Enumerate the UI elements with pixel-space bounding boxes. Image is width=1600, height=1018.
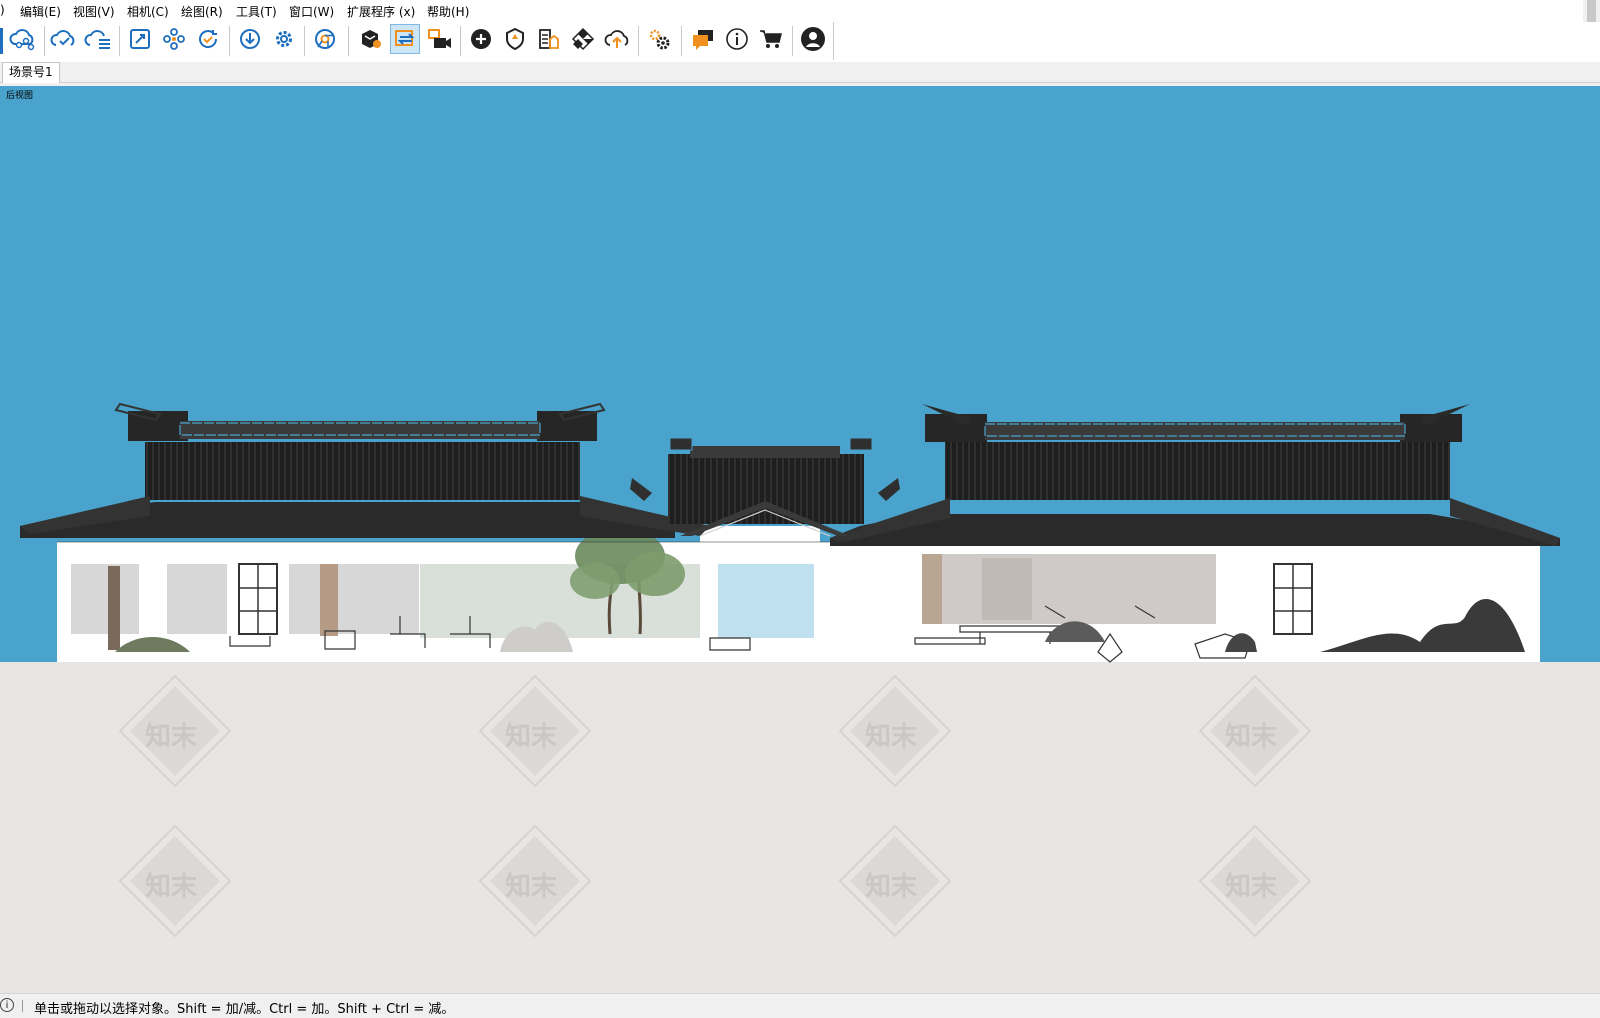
- info-icon[interactable]: i: [0, 998, 14, 1012]
- watermark-text: 知末: [145, 722, 198, 752]
- tab-scene-1[interactable]: 场景号1: [2, 62, 60, 83]
- document-chart-button[interactable]: [534, 24, 564, 54]
- menu-item-draw[interactable]: 绘图(R): [181, 3, 223, 20]
- chrome-button[interactable]: [310, 24, 340, 54]
- camera-export-icon: [428, 29, 451, 48]
- building-elevation: [20, 402, 1560, 938]
- watermark-text: 知末: [865, 722, 918, 752]
- toolbar-separator: [792, 26, 793, 56]
- menu-item-edit[interactable]: 编辑(E): [20, 3, 61, 20]
- toolbar-end-divider: [833, 22, 834, 60]
- center-roof: [630, 437, 900, 537]
- menu-item-file-partial[interactable]: ): [0, 3, 5, 17]
- status-message: 单击或拖动以选择对象。Shift = 加/减。Ctrl = 加。Shift + …: [34, 1002, 455, 1017]
- settings-gears-button[interactable]: [645, 24, 675, 54]
- swap-button[interactable]: [390, 24, 420, 54]
- cloud-upload-button[interactable]: [602, 24, 632, 54]
- toolbar-separator: [348, 26, 349, 56]
- settings-gears-icon: [649, 29, 670, 50]
- menu-item-camera[interactable]: 相机(C): [127, 3, 169, 20]
- toolbar: [0, 22, 1600, 62]
- cloud-sync-button[interactable]: [49, 24, 79, 54]
- toolbar-separator: [44, 26, 45, 56]
- model-viewport[interactable]: 知末 知末 知末 知末 知末 知末 知末 知末 后视图: [0, 86, 1600, 993]
- cloud-upload-icon: [604, 30, 629, 48]
- cart-icon: [760, 30, 782, 48]
- status-bar: i 单击或拖动以选择对象。Shift = 加/减。Ctrl = 加。Shift …: [0, 993, 1600, 1018]
- checker-button[interactable]: [568, 24, 598, 54]
- right-opening-panel: [922, 554, 942, 624]
- watermark-text: 知末: [1225, 722, 1278, 752]
- menu-item-tools[interactable]: 工具(T): [236, 3, 277, 20]
- scene-tab-bar: 场景号1: [0, 62, 1600, 83]
- menu-bar: ) 编辑(E) 视图(V) 相机(C) 绘图(R) 工具(T) 窗口(W) 扩展…: [0, 0, 1600, 22]
- left-column: [108, 566, 120, 650]
- left-panel: [320, 564, 338, 636]
- refresh-check-button[interactable]: [193, 24, 223, 54]
- add-circle-icon: [471, 29, 491, 49]
- molecule-icon: [163, 28, 185, 50]
- molecule-button[interactable]: [159, 24, 189, 54]
- chat-icon: [693, 30, 713, 50]
- menu-item-help[interactable]: 帮助(H): [427, 3, 469, 20]
- right-opening-door: [982, 558, 1032, 620]
- right-roof: [830, 404, 1560, 546]
- info-icon: [726, 28, 748, 50]
- add-button[interactable]: [466, 24, 496, 54]
- cloud-list-icon: [84, 30, 110, 49]
- info-button[interactable]: [722, 24, 752, 54]
- cloud-share-icon: [9, 29, 35, 51]
- menu-item-window[interactable]: 窗口(W): [289, 3, 334, 20]
- shield-icon: [506, 27, 524, 51]
- download-circle-icon: [240, 29, 260, 49]
- watermark-text: 知末: [505, 722, 558, 752]
- left-opening-1: [71, 564, 139, 634]
- swap-arrow-icon: [395, 30, 415, 46]
- document-chart-icon: [539, 29, 559, 49]
- account-icon: [801, 27, 825, 51]
- frame-select-button[interactable]: [125, 24, 155, 54]
- gear-icon: [276, 31, 292, 47]
- watermark-fills: [130, 686, 1300, 926]
- left-opening-2: [167, 564, 227, 634]
- toolbar-separator: [119, 26, 120, 56]
- watermark-text: 知末: [865, 872, 918, 902]
- chrome-icon: [315, 29, 335, 49]
- shield-button[interactable]: [500, 24, 530, 54]
- right-opening-large: [922, 554, 1216, 624]
- cloud-list-button[interactable]: [83, 24, 113, 54]
- settings-button[interactable]: [269, 24, 299, 54]
- watermark-text: 知末: [505, 872, 558, 902]
- cloud-sync-icon: [50, 30, 75, 46]
- menu-item-view[interactable]: 视图(V): [73, 3, 115, 20]
- watermark-text: 知末: [145, 872, 198, 902]
- refresh-check-icon: [199, 30, 218, 48]
- camera-export-button[interactable]: [424, 24, 454, 54]
- chat-button[interactable]: [688, 24, 718, 54]
- center-glass: [718, 564, 814, 638]
- frame-select-icon: [130, 29, 150, 49]
- toolbar-grip[interactable]: [0, 28, 3, 54]
- box-badge-button[interactable]: [356, 24, 386, 54]
- left-roof: [20, 402, 710, 538]
- cart-button[interactable]: [756, 24, 786, 54]
- toolbar-separator: [304, 26, 305, 56]
- watermark-diamonds: [118, 674, 1312, 938]
- watermark-text: 知末: [1225, 872, 1278, 902]
- toolbar-separator: [638, 26, 639, 56]
- account-button[interactable]: [798, 24, 828, 54]
- status-separator: [22, 1000, 23, 1012]
- checker-icon: [571, 27, 595, 51]
- view-name-label: 后视图: [6, 91, 34, 101]
- menu-item-extensions[interactable]: 扩展程序 (x): [347, 3, 415, 20]
- box-badge-icon: [362, 30, 381, 48]
- cloud-share-button[interactable]: [8, 24, 38, 54]
- toolbar-separator: [229, 26, 230, 56]
- toolbar-separator: [460, 26, 461, 56]
- download-button[interactable]: [235, 24, 265, 54]
- toolbar-separator: [681, 26, 682, 56]
